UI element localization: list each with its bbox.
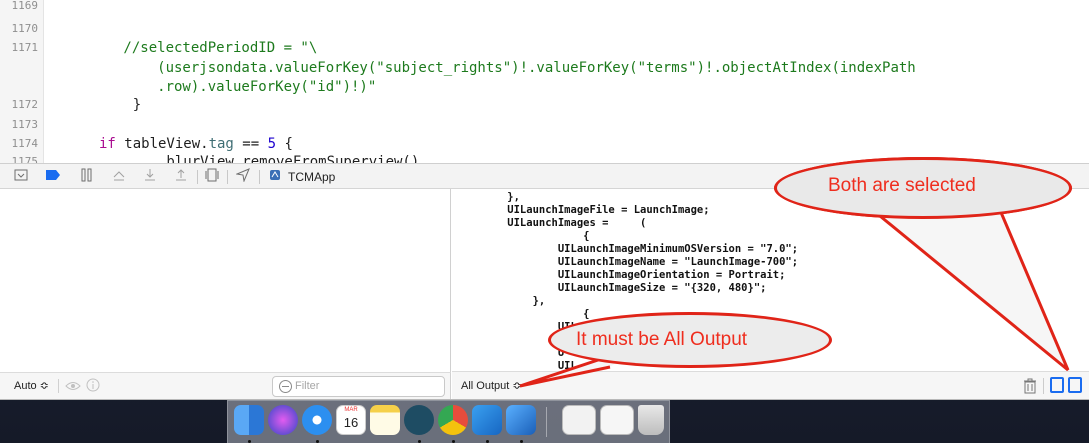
calendar-icon[interactable]: MAR 16 [336,405,366,435]
finder-icon[interactable] [234,405,264,435]
simulator-icon[interactable] [472,405,502,435]
dock-separator [546,407,547,437]
minimized-window-icon[interactable] [600,405,634,435]
siri-icon[interactable] [268,405,298,435]
dock: MAR 16 [227,400,670,443]
callout-pointers [519,209,1070,388]
minimized-window-icon[interactable] [562,405,596,435]
callout-text-top: Both are selected [828,175,976,196]
callout-text-bottom: It must be All Output [576,329,748,350]
safari-icon[interactable] [302,405,332,435]
chrome-icon[interactable] [438,405,468,435]
calendar-day: 16 [343,415,359,430]
sourcetree-icon[interactable] [404,405,434,435]
notes-icon[interactable] [370,405,400,435]
calendar-month: MAR [344,407,358,413]
xcode-icon[interactable] [506,405,536,435]
trash-dock-icon[interactable] [638,405,664,435]
